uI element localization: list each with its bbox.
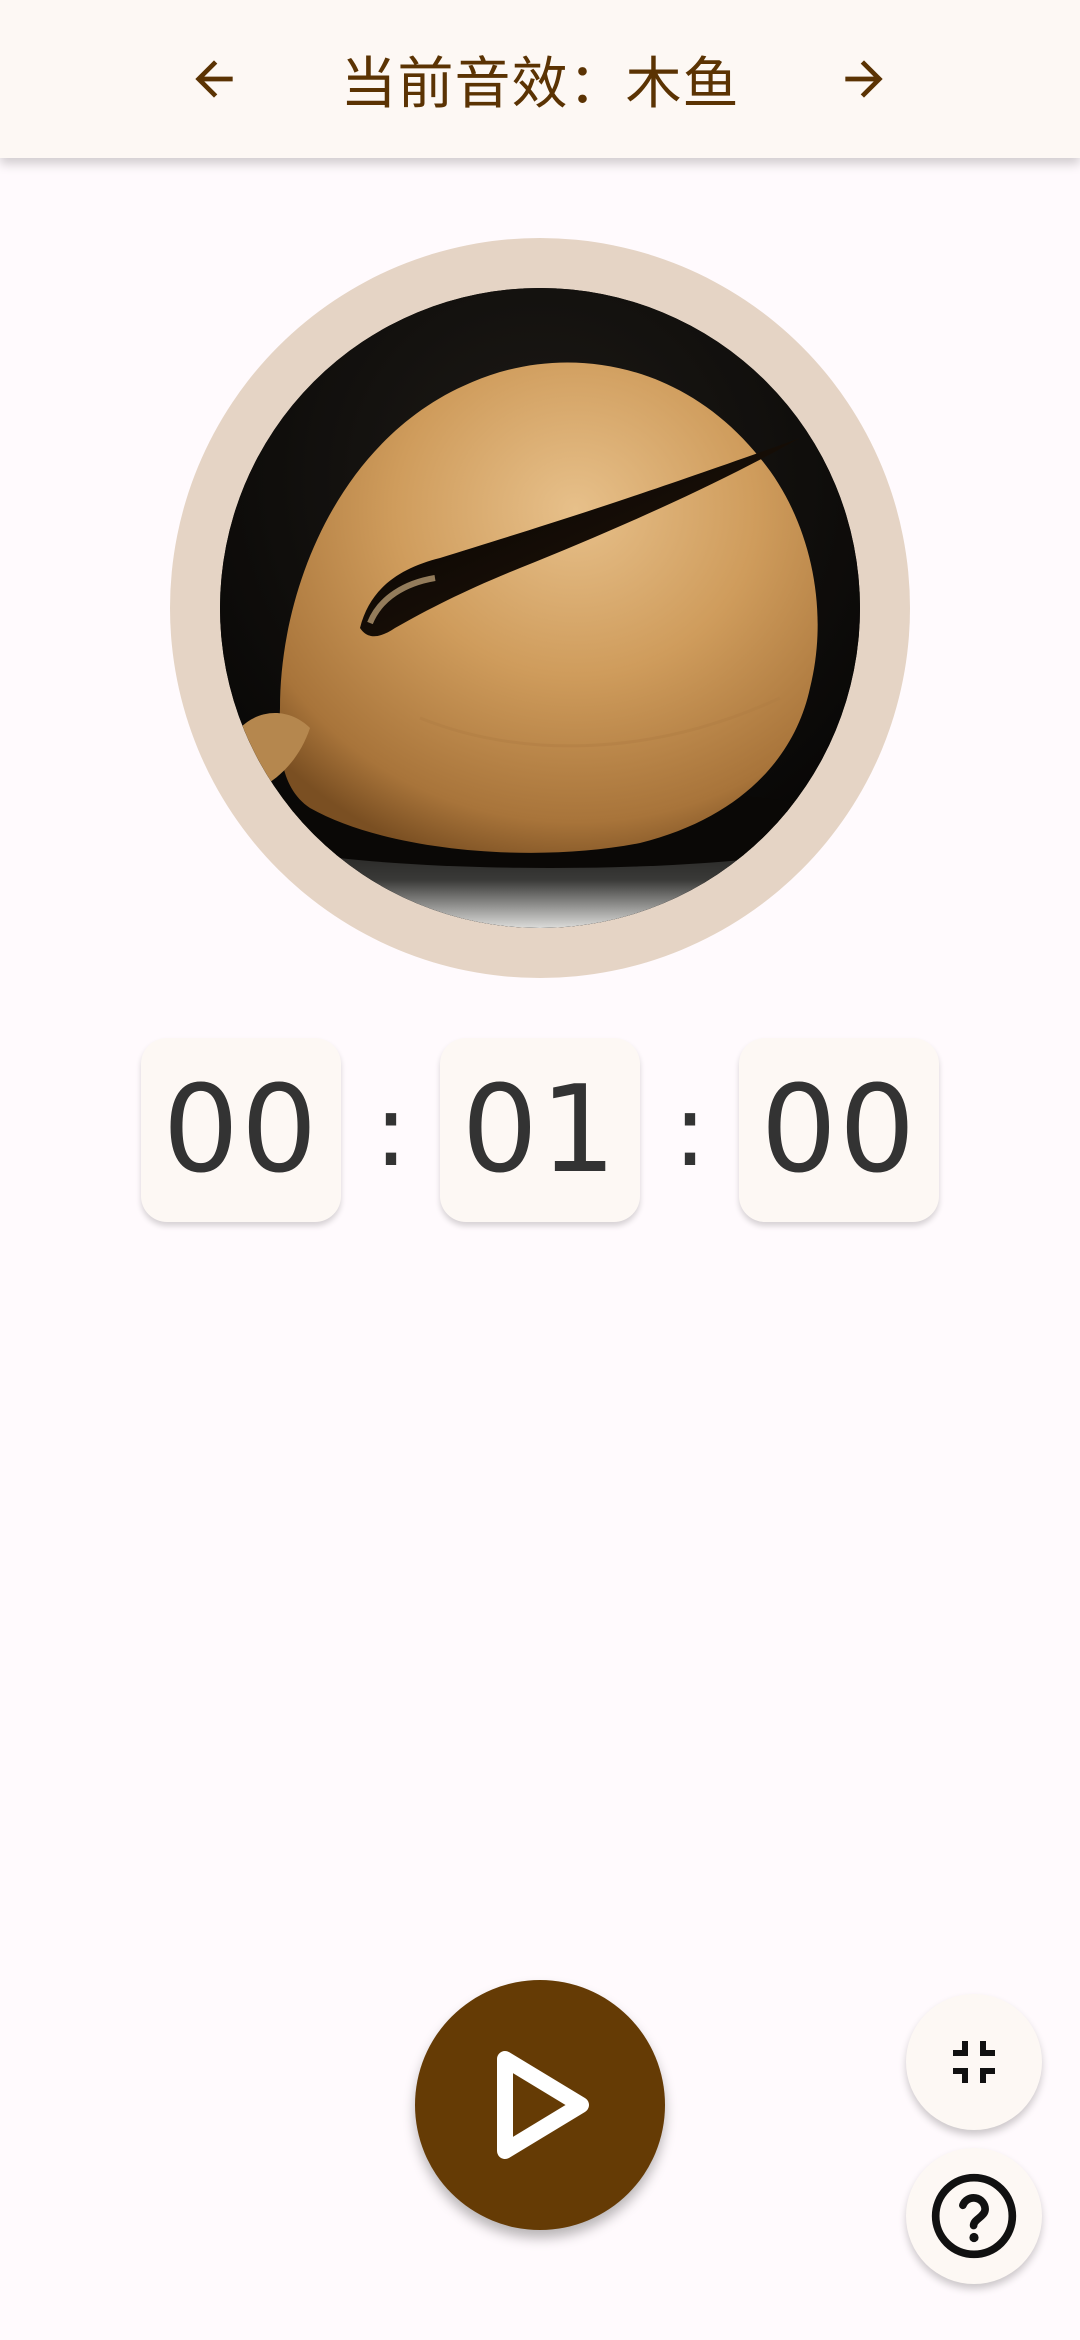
wooden-fish-image[interactable] [220,288,860,928]
seconds-display[interactable]: 00 [739,1038,939,1222]
seconds-value: 00 [760,1060,918,1200]
page-title: 当前音效：木鱼 [340,51,740,117]
previous-sound-button[interactable] [174,39,254,119]
hours-display[interactable]: 00 [141,1038,341,1222]
minutes-display[interactable]: 01 [440,1038,640,1222]
play-icon [497,2051,589,2159]
time-separator: : [673,1071,707,1189]
top-bar: 当前音效：木鱼 [0,0,1080,158]
time-separator: : [374,1071,408,1189]
next-sound-button[interactable] [824,39,904,119]
play-button[interactable] [415,1980,665,2230]
minutes-value: 01 [461,1060,619,1200]
arrow-right-icon [845,60,883,98]
arrow-left-icon [195,60,233,98]
exit-fullscreen-icon [953,2041,995,2083]
help-circle-icon [931,2173,1017,2259]
hours-value: 00 [162,1060,320,1200]
exit-fullscreen-button[interactable] [906,1994,1042,2130]
help-button[interactable] [906,2148,1042,2284]
